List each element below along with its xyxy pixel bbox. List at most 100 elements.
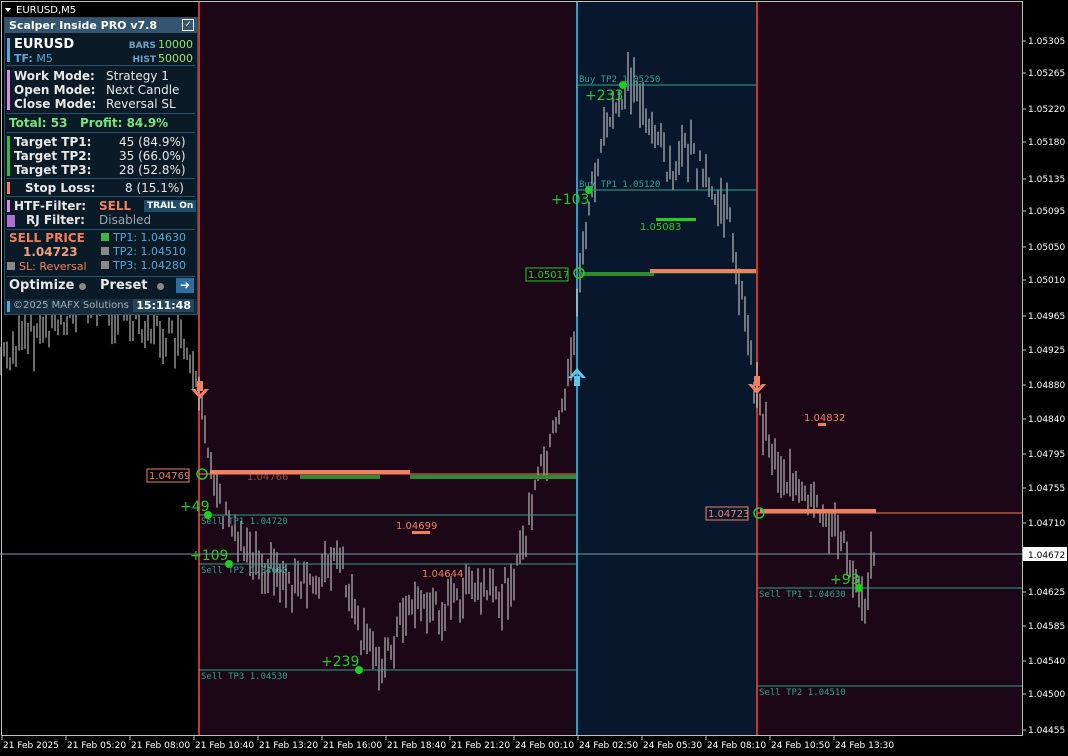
sell1-tp1-label: Sell TP1 1.04720 bbox=[201, 517, 288, 527]
sell2-tp2-label: Sell TP2 1.04510 bbox=[759, 688, 846, 698]
price-tick-label: 1.04710 bbox=[1028, 519, 1065, 529]
bars-value: 10000 bbox=[158, 38, 193, 51]
tp3-label: Target TP3: bbox=[14, 163, 92, 177]
preset-button[interactable]: Preset bbox=[100, 278, 148, 293]
htf-value: SELL bbox=[99, 199, 132, 213]
sell1-profit-49: +49 bbox=[180, 499, 210, 515]
sell2-tp1-label: Sell TP1 1.04630 bbox=[759, 590, 846, 600]
buy-profit-233: +233 bbox=[585, 88, 623, 104]
sl-mode-text: SL: Reversal bbox=[19, 260, 87, 273]
footer-accent-bar bbox=[7, 301, 10, 312]
sell-zone-2 bbox=[757, 2, 1022, 735]
work-mode-label: Work Mode: bbox=[14, 69, 95, 83]
sl-accent-bar bbox=[7, 182, 10, 194]
price-tick-label: 1.05050 bbox=[1028, 243, 1065, 253]
open-mode-value: Next Candle bbox=[106, 83, 180, 97]
price-tick-label: 1.04585 bbox=[1028, 622, 1065, 632]
tf-value: M5 bbox=[36, 52, 53, 65]
tf-label: TF: bbox=[14, 52, 33, 65]
price-tick-label: 1.04500 bbox=[1028, 690, 1065, 700]
time-tick-label: 24 Feb 05:30 bbox=[643, 741, 702, 751]
tp2-price: TP2: 1.04510 bbox=[101, 245, 186, 258]
divider bbox=[7, 132, 195, 133]
hist-value: 50000 bbox=[158, 52, 193, 65]
sell-price-label: SELL PRICE bbox=[9, 231, 85, 245]
price-tick-label: 1.05010 bbox=[1028, 276, 1065, 286]
arrow-right-icon[interactable]: ➜ bbox=[176, 278, 194, 293]
profit-rate: Profit: 84.9% bbox=[80, 116, 169, 130]
sell1-entry-band bbox=[210, 470, 410, 474]
rj-accent-bar bbox=[7, 215, 15, 227]
price-tick-label: 1.05305 bbox=[1028, 37, 1065, 47]
price-tick-label: 1.05265 bbox=[1028, 69, 1065, 79]
price-tick-label: 1.05135 bbox=[1028, 175, 1065, 185]
open-mode-label: Open Mode: bbox=[14, 83, 96, 97]
targets-accent-bar bbox=[7, 136, 10, 176]
mode-accent-bar bbox=[7, 70, 10, 110]
tp1-label: Target TP1: bbox=[14, 135, 92, 149]
time-tick-label: 21 Feb 05:20 bbox=[67, 741, 126, 751]
panel-title: Scalper Inside PRO v7.8 bbox=[9, 19, 158, 32]
price-tick-label: 1.04755 bbox=[1028, 484, 1065, 494]
sell1-tp2-label: Sell TP2 1.04660 bbox=[201, 566, 288, 576]
panel-checkbox-icon[interactable]: ✓ bbox=[182, 19, 194, 31]
trail-badge[interactable]: TRAIL On bbox=[144, 200, 197, 212]
sl-mode: SL: Reversal bbox=[7, 260, 87, 273]
close-mode-value: Reversal SL bbox=[106, 97, 176, 111]
tp3-price-text: TP3: 1.04280 bbox=[113, 259, 187, 272]
bars-label: BARS bbox=[128, 41, 156, 51]
preset-dot-icon bbox=[157, 283, 164, 290]
sell2-high-label: 1.04832 bbox=[804, 413, 845, 424]
time-tick-label: 21 Feb 13:20 bbox=[259, 741, 318, 751]
divider bbox=[7, 178, 195, 179]
optimize-dot-icon bbox=[79, 283, 86, 290]
buy-zone bbox=[576, 2, 757, 735]
sl-value: 8 (15.1%) bbox=[125, 181, 184, 195]
price-tick-label: 1.04965 bbox=[1028, 312, 1065, 322]
sell1-tp3-label: Sell TP3 1.04530 bbox=[201, 672, 288, 682]
symbol-accent-bar bbox=[7, 38, 10, 62]
buy-entry-band bbox=[580, 272, 654, 276]
close-mode-label: Close Mode: bbox=[14, 97, 97, 111]
hist-count: HIST 50000 bbox=[132, 52, 193, 65]
panel-header: Scalper Inside PRO v7.8 ✓ bbox=[5, 18, 197, 33]
sell1-hint-label: 1.04766 bbox=[247, 472, 288, 483]
time-tick-label: 21 Feb 2025 bbox=[3, 741, 59, 751]
sell2-entry-band bbox=[760, 509, 876, 513]
time-tick-label: 21 Feb 21:20 bbox=[451, 741, 510, 751]
divider bbox=[7, 196, 195, 197]
sell1-green-band bbox=[300, 475, 380, 479]
tp3-value: 28 (52.8%) bbox=[119, 163, 186, 177]
sell1-entry-label: 1.04769 bbox=[149, 471, 190, 482]
indicator-panel: Scalper Inside PRO v7.8 ✓ EURUSD TF: M5 … bbox=[4, 17, 198, 315]
price-tick-label: 1.05180 bbox=[1028, 138, 1065, 148]
price-tick-label: 1.04880 bbox=[1028, 381, 1065, 391]
sell-zone-1 bbox=[198, 2, 576, 735]
price-tick-label: 1.04625 bbox=[1028, 588, 1065, 598]
work-mode-value: Strategy 1 bbox=[106, 69, 169, 83]
buy-entry-label: 1.05017 bbox=[528, 270, 569, 281]
bars-count: BARS 10000 bbox=[129, 38, 193, 51]
time-tick-label: 24 Feb 00:10 bbox=[515, 741, 574, 751]
copyright: ©2025 MAFX Solutions bbox=[13, 300, 129, 311]
sl-label: Stop Loss: bbox=[25, 181, 96, 195]
price-tick-label: 1.04925 bbox=[1028, 346, 1065, 356]
optimize-button[interactable]: Optimize bbox=[9, 278, 74, 293]
clock: 15:11:48 bbox=[133, 299, 194, 312]
tp2-value: 35 (66.0%) bbox=[119, 149, 186, 163]
panel-footer: ©2025 MAFX Solutions 15:11:48 bbox=[5, 299, 197, 314]
hist-label: HIST bbox=[132, 55, 156, 65]
timeframe: TF: M5 bbox=[14, 52, 53, 65]
sell1-mid-label: 1.04699 bbox=[396, 521, 437, 532]
time-tick-label: 21 Feb 16:00 bbox=[323, 741, 382, 751]
price-axis: 1.05305 1.05265 1.05220 1.05180 1.05135 1.050… bbox=[1022, 37, 1065, 736]
time-tick-label: 21 Feb 08:00 bbox=[131, 741, 190, 751]
sell1-low-label: 1.04644 bbox=[422, 569, 463, 580]
time-tick-label: 24 Feb 13:30 bbox=[835, 741, 894, 751]
divider bbox=[7, 229, 195, 230]
buy-tp2-label: Buy TP2 1.05250 bbox=[579, 75, 660, 85]
sell1-green-band-2 bbox=[410, 475, 576, 479]
time-tick-label: 21 Feb 10:40 bbox=[195, 741, 254, 751]
time-tick-label: 21 Feb 18:40 bbox=[387, 741, 446, 751]
sell1-profit-239: +239 bbox=[321, 654, 359, 670]
